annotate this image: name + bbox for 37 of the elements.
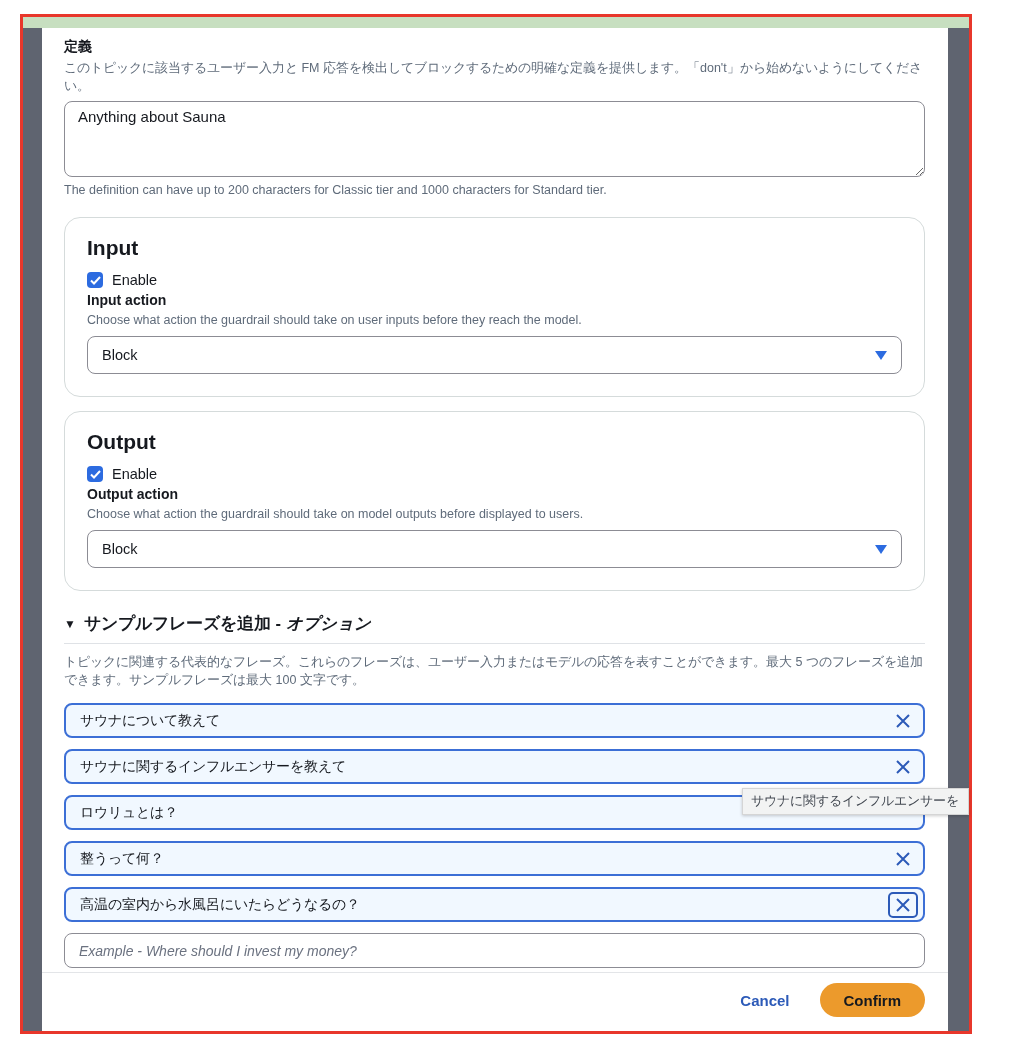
enable-label: Enable: [112, 466, 158, 482]
caret-icon: [875, 544, 887, 554]
definition-label: 定義: [64, 38, 93, 56]
check-icon: [89, 275, 101, 285]
caret-icon: [875, 350, 887, 360]
tooltip: サウナに関するインフルエンサーを: [742, 788, 969, 815]
section-description: トピックに関連する代表的なフレーズ。これらのフレーズは、ユーザー入力またはモデルの応答を表すことができます。最大 5 つのフレーズを追加できます。サンプルフレーズは最大 100 文字です。: [64, 654, 924, 689]
card-title: Input: [87, 236, 140, 260]
phrase-text: ロウリュとは？: [80, 803, 178, 822]
action-description: Choose what action the guardrail should take on model outputs before displayed to users.: [87, 506, 585, 523]
remove-button[interactable]: [888, 891, 918, 918]
definition-description: このトピックに該当するユーザー入力と FM 応答を検出してブロックするための明確な定義を提供します。「don't」から始めないようにしてください。: [64, 60, 923, 95]
definition-hint: The definition can have up to 200 characters for Classic tier and 1000 characters for Standard tier.: [64, 183, 608, 197]
phrase-text: 整うって何？: [80, 849, 164, 868]
enable-checkbox[interactable]: [87, 272, 103, 288]
section-title[interactable]: サンプルフレーズを追加 - オプション: [83, 613, 371, 635]
enable-label: Enable: [112, 272, 158, 288]
action-select[interactable]: Block: [87, 336, 902, 374]
close-icon: [895, 896, 911, 913]
action-label: Output action: [87, 486, 179, 502]
cancel-link[interactable]: Cancel: [740, 991, 790, 1009]
phrase-text: サウナについて教えて: [80, 711, 220, 730]
definition-field[interactable]: Anything about Sauna: [64, 101, 925, 177]
action-select[interactable]: Block: [87, 530, 902, 568]
phrase-text: 高温の室内から水風呂にいたらどうなるの？: [80, 895, 360, 914]
check-icon: [89, 469, 101, 479]
close-icon: [895, 758, 911, 775]
phrase-input-field[interactable]: Example - Where should I invest my money?: [64, 933, 925, 968]
close-icon: [895, 850, 911, 867]
enable-checkbox[interactable]: [87, 466, 103, 482]
close-icon: [895, 712, 911, 729]
action-label: Input action: [87, 292, 168, 308]
action-description: Choose what action the guardrail should take on user inputs before they reach the model.: [87, 312, 583, 329]
phrase-text: サウナに関するインフルエンサーを教えて: [80, 757, 346, 776]
card-title: Output: [87, 430, 157, 454]
expand-toggle[interactable]: ▼: [64, 617, 76, 631]
confirm-button[interactable]: Confirm: [819, 983, 925, 1017]
